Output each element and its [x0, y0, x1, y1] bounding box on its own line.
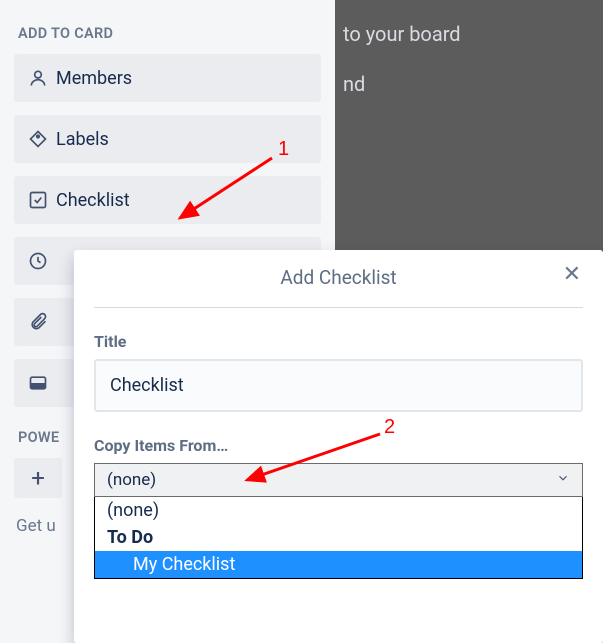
copy-from-label: Copy Items From… [94, 436, 583, 455]
board-text-line1: to your board [343, 22, 603, 46]
close-icon: ✕ [563, 262, 581, 287]
select-display[interactable]: (none) [94, 463, 583, 497]
chevron-down-icon [556, 471, 570, 489]
sidebar-item-labels[interactable]: Labels [14, 115, 321, 163]
copy-from-field-group: Copy Items From… (none) (none) To Do My … [94, 436, 583, 497]
select-dropdown: (none) To Do My Checklist [94, 497, 583, 579]
board-text-line2: nd [343, 72, 603, 96]
sidebar-item-label: Labels [56, 129, 109, 150]
clock-icon [28, 251, 56, 271]
copy-from-select[interactable]: (none) (none) To Do My Checklist [94, 463, 583, 497]
tag-icon [28, 129, 56, 149]
close-button[interactable]: ✕ [563, 264, 581, 286]
add-checklist-popup: Add Checklist ✕ Title Copy Items From… (… [74, 250, 603, 643]
sidebar-item-label: Members [56, 68, 132, 89]
popup-title: Add Checklist [280, 266, 396, 289]
person-icon [28, 68, 56, 88]
check-square-icon [28, 190, 56, 210]
sidebar-item-label: Checklist [56, 190, 130, 211]
sidebar-item-members[interactable]: Members [14, 54, 321, 102]
title-field-group: Title [94, 332, 583, 412]
sidebar-item-checklist[interactable]: Checklist [14, 176, 321, 224]
annotation-number-2: 2 [384, 416, 395, 439]
select-current-value: (none) [107, 470, 156, 490]
select-option-none[interactable]: (none) [95, 497, 582, 524]
checklist-title-input[interactable] [94, 359, 583, 412]
board-background: to your board nd [335, 0, 603, 252]
cover-icon [28, 373, 56, 393]
select-option-my-checklist[interactable]: My Checklist [95, 551, 582, 578]
select-option-group-todo[interactable]: To Do [95, 524, 582, 551]
plus-icon: + [31, 464, 45, 492]
section-header-add-to-card: ADD TO CARD [14, 25, 321, 42]
popup-header: Add Checklist ✕ [94, 250, 583, 308]
title-label: Title [94, 332, 583, 351]
attachment-icon [28, 312, 56, 332]
add-power-up-button[interactable]: + [14, 458, 62, 498]
annotation-number-1: 1 [278, 138, 289, 161]
